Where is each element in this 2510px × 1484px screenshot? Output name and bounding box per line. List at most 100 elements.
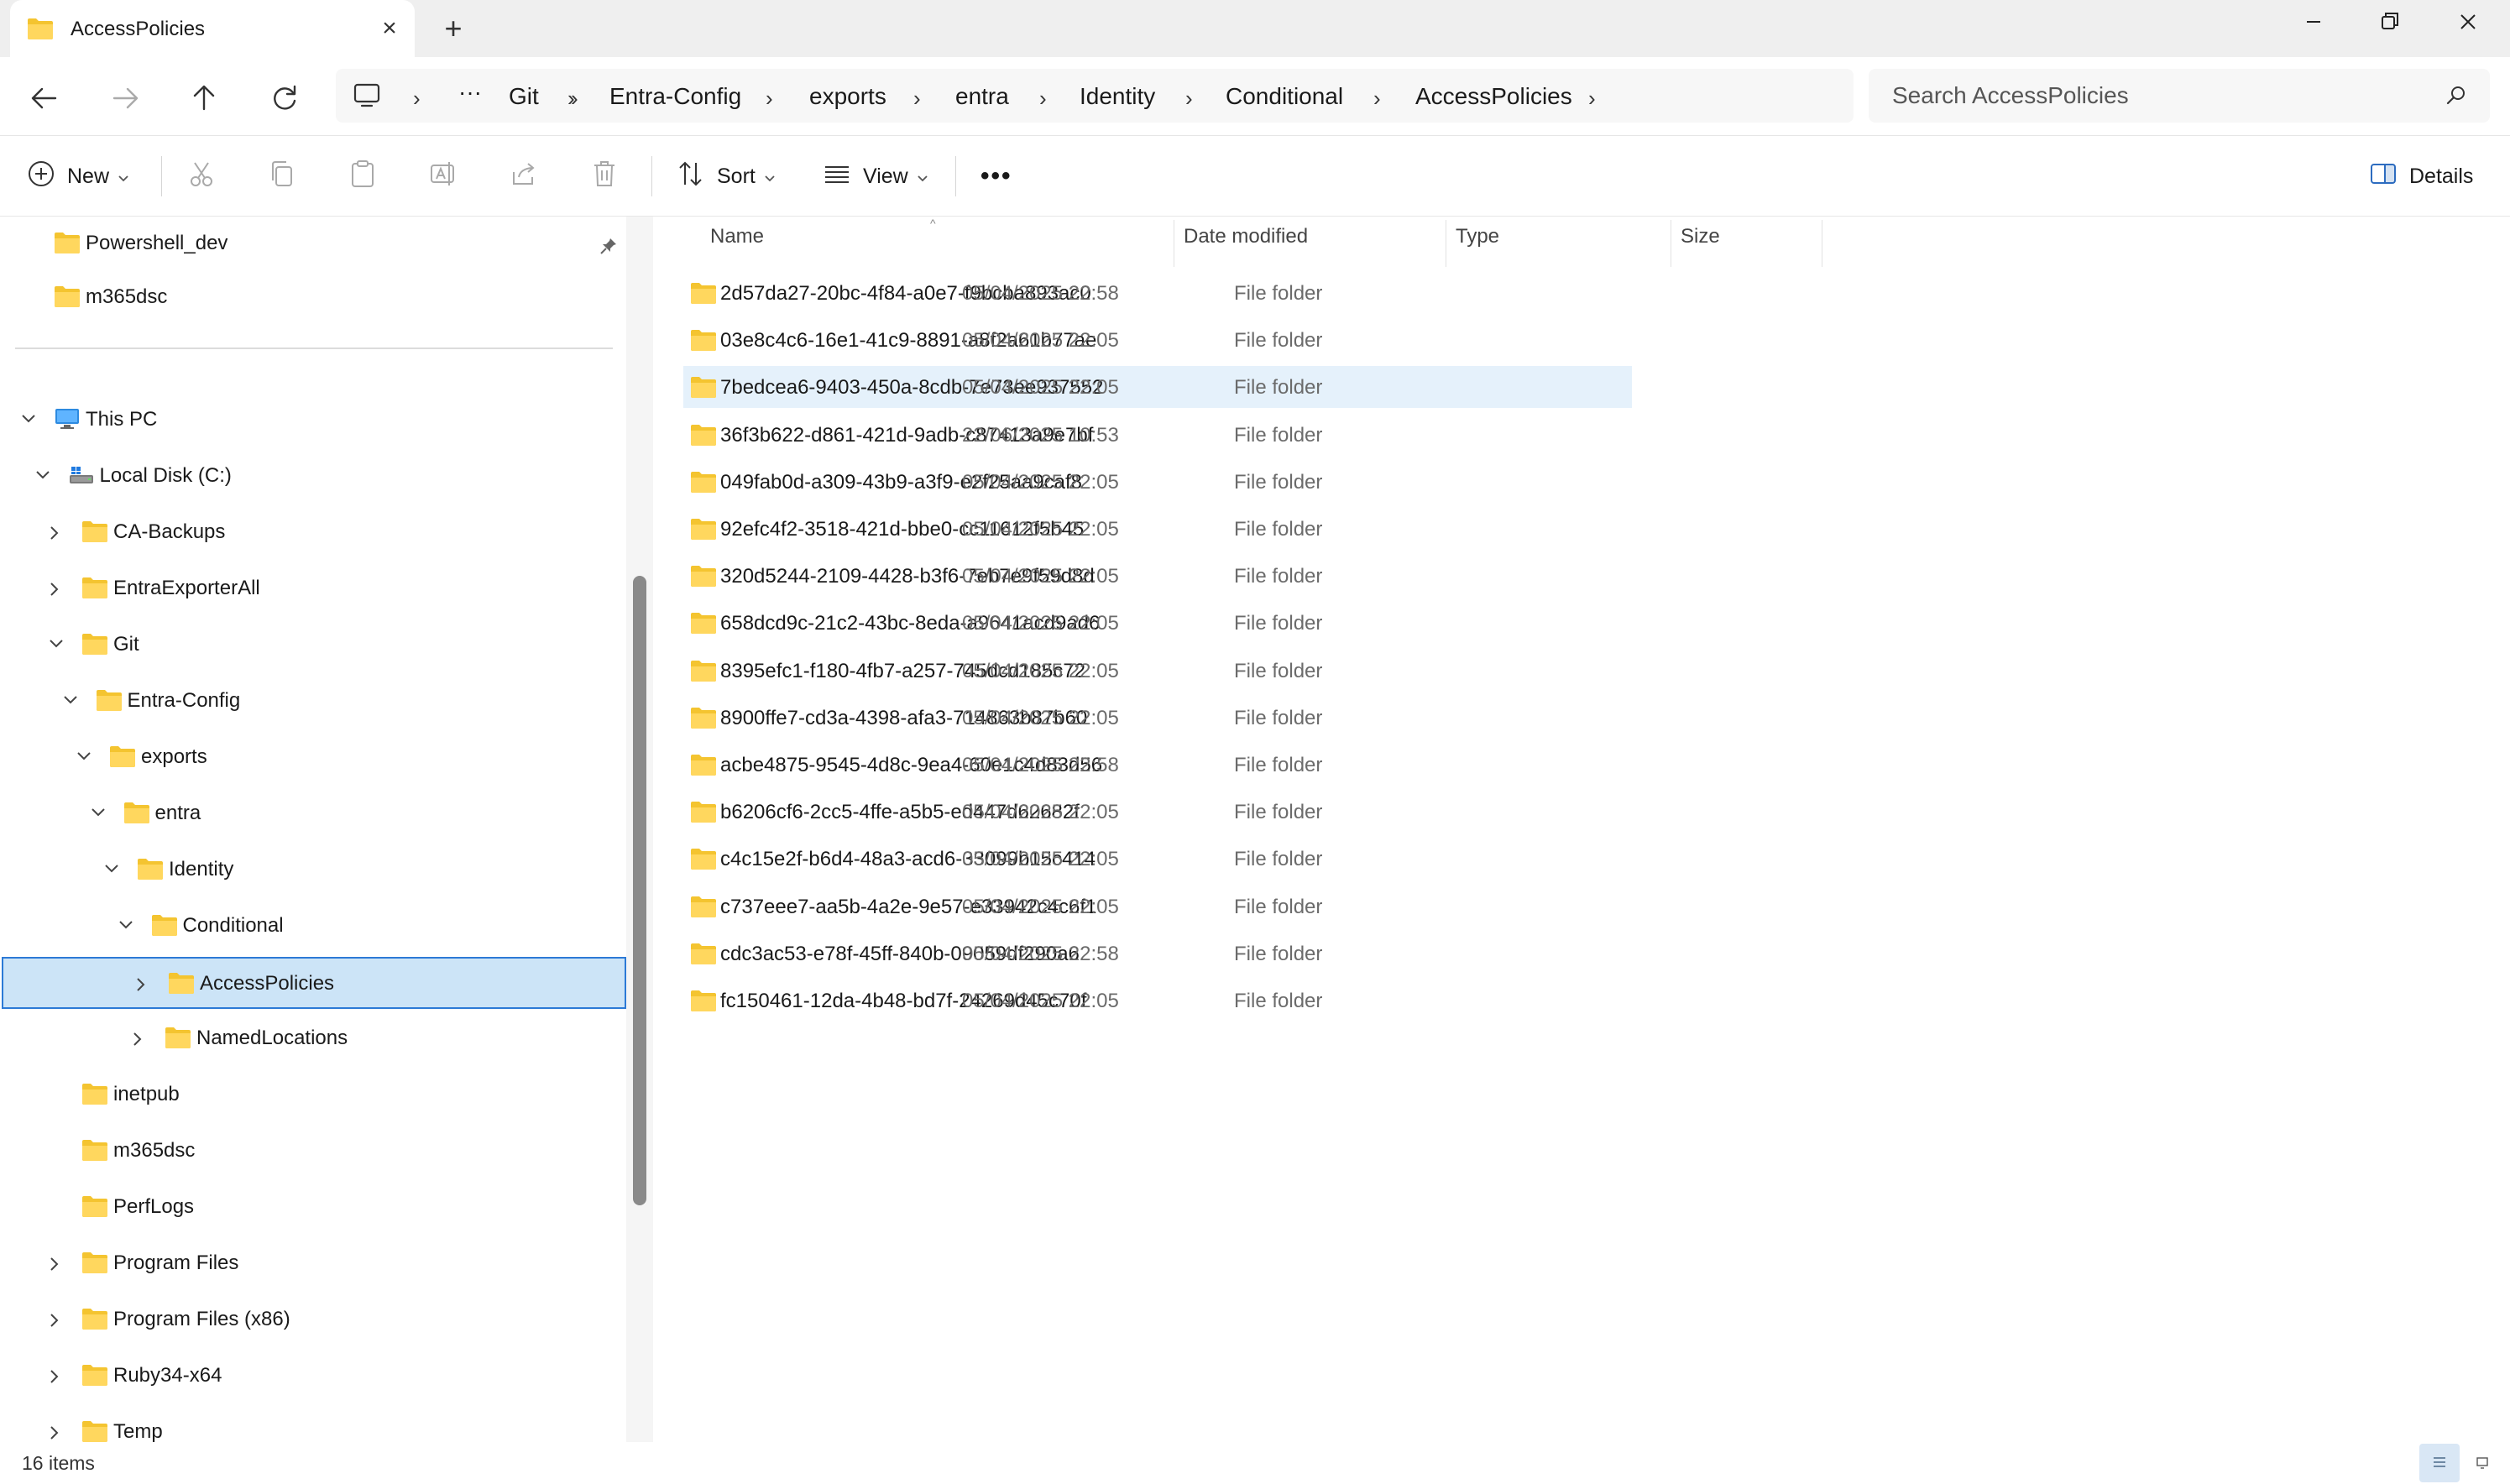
tree-item-m365dsc[interactable]: m365dsc (0, 1126, 625, 1178)
nav-scrollbar-thumb[interactable] (633, 576, 646, 1205)
address-bar[interactable]: › ··· › Git › Entra-Config › exports › e… (336, 69, 1854, 123)
breadcrumb-separator[interactable]: › (766, 86, 773, 112)
tree-item-program-files[interactable]: Program Files (0, 1238, 625, 1290)
file-row[interactable]: c4c15e2f-b6d4-48a3-acd6-33099b15c414 05/0… (683, 838, 1632, 880)
breadcrumb-identity[interactable]: Identity (1080, 83, 1155, 110)
more-options-button[interactable]: ••• (980, 154, 1012, 198)
file-row[interactable]: 049fab0d-a309-43b9-a3f9-e2f25aa9caf8 05/0… (683, 461, 1632, 503)
tree-item-ruby34-x64[interactable]: Ruby34-x64 (0, 1351, 625, 1403)
close-window-button[interactable] (2429, 0, 2507, 49)
breadcrumb-separator[interactable]: › (1588, 86, 1596, 112)
tree-item-entra-config[interactable]: Entra-Config (0, 676, 625, 728)
pin-icon[interactable] (599, 237, 618, 259)
search-icon[interactable] (2445, 84, 2468, 112)
restore-button[interactable] (2351, 0, 2428, 49)
file-row[interactable]: c737eee7-aa5b-4a2e-9e57-e33942c4c6f1 05/0… (683, 886, 1632, 928)
breadcrumb-conditional[interactable]: Conditional (1226, 83, 1343, 110)
chevron-down-icon[interactable] (60, 692, 81, 713)
large-icons-view-button[interactable] (2466, 1444, 2500, 1482)
breadcrumb-overflow[interactable]: ··· (458, 79, 482, 106)
details-view-button[interactable] (2419, 1444, 2460, 1482)
tree-item-program-files-x86[interactable]: Program Files (x86) (0, 1294, 625, 1346)
chevron-right-icon[interactable] (46, 1423, 63, 1442)
minimize-button[interactable] (2275, 0, 2352, 49)
chevron-right-icon[interactable] (133, 975, 149, 999)
tree-item-local-disk-c[interactable]: Local Disk (C:) (0, 451, 625, 503)
file-list[interactable]: ^ Name Date modified Type Size 2d57da27-… (655, 217, 2510, 1442)
tree-item-accesspolicies[interactable]: AccessPolicies (2, 957, 626, 1009)
breadcrumb-git[interactable]: Git (509, 83, 539, 110)
tree-item-conditional[interactable]: Conditional (0, 901, 625, 953)
tree-item-git[interactable]: Git (0, 619, 625, 671)
file-row[interactable]: 2d57da27-20bc-4f84-a0e7-f9bcba893ac0 05/0… (683, 272, 1632, 314)
chevron-right-icon[interactable] (46, 1366, 63, 1391)
chevron-down-icon[interactable] (88, 804, 108, 825)
breadcrumb-separator[interactable]: › (1373, 86, 1381, 112)
file-row[interactable]: 7bedcea6-9403-450a-8cdb-7e73ee937552 05/0… (683, 366, 1632, 409)
copy-button[interactable] (267, 154, 297, 198)
breadcrumb-exports[interactable]: exports (809, 83, 886, 110)
tree-item-entraexporterall[interactable]: EntraExporterAll (0, 563, 625, 615)
file-row[interactable]: b6206cf6-2cc5-4ffe-a5b5-ed447d62682f 05/0… (683, 791, 1632, 833)
chevron-right-icon[interactable] (46, 1310, 63, 1335)
view-button[interactable]: View (823, 154, 928, 198)
new-button[interactable]: New (27, 154, 129, 198)
column-header-size[interactable]: Size (1681, 225, 1720, 267)
tree-item-entra[interactable]: entra (0, 788, 625, 840)
breadcrumb-entra-config[interactable]: Entra-Config (609, 83, 741, 110)
chevron-down-icon[interactable] (33, 467, 53, 488)
tab-close-button[interactable]: × (373, 12, 406, 45)
breadcrumb-accesspolicies[interactable]: AccessPolicies (1415, 83, 1572, 110)
chevron-right-icon[interactable] (46, 579, 63, 604)
sort-button[interactable]: Sort (677, 154, 776, 198)
tab-accesspolicies[interactable]: AccessPolicies × (10, 0, 415, 57)
file-row[interactable]: acbe4875-9545-4d8c-9ea4-60e1c4d83d56 05/0… (683, 744, 1632, 786)
monitor-icon[interactable] (353, 82, 381, 113)
tree-item-namedlocations[interactable]: NamedLocations (0, 1013, 625, 1065)
tree-item-temp[interactable]: Temp (0, 1407, 625, 1442)
file-row[interactable]: 658dcd9c-21c2-43bc-8eda-a9641acd9ad6 05/0… (683, 602, 1632, 644)
paste-button[interactable] (348, 154, 378, 198)
file-row[interactable]: 8900ffe7-cd3a-4398-afa3-714863b87b60 05/0… (683, 697, 1632, 739)
quick-access-item-m365dsc[interactable]: m365dsc (0, 272, 625, 324)
delete-button[interactable] (589, 154, 620, 198)
breadcrumb-separator[interactable]: › (413, 86, 421, 112)
back-button[interactable] (24, 77, 65, 119)
tree-item-inetpub[interactable]: inetpub (0, 1069, 625, 1121)
column-header-type[interactable]: Type (1456, 225, 1499, 267)
chevron-down-icon[interactable] (18, 410, 39, 431)
rename-button[interactable] (428, 154, 458, 198)
file-row[interactable]: 92efc4f2-3518-421d-bbe0-cc11612f5b45 05/0… (683, 508, 1632, 550)
cut-button[interactable] (186, 154, 217, 198)
column-header-date-modified[interactable]: Date modified (1184, 225, 1308, 267)
chevron-right-icon[interactable] (46, 1254, 63, 1278)
chevron-down-icon[interactable] (74, 748, 94, 769)
file-row[interactable]: 03e8c4c6-16e1-41c9-8891-a8f2a61b77ae 05/0… (683, 319, 1632, 361)
chevron-right-icon[interactable] (46, 523, 63, 547)
navigation-pane[interactable]: Powershell_dev m365dsc This PC Local Disk… (0, 217, 640, 1442)
tree-item-perflogs[interactable]: PerfLogs (0, 1182, 625, 1234)
file-row[interactable]: 36f3b622-d861-421d-9adb-c87413a9e7bf 22/0… (683, 414, 1632, 456)
file-row[interactable]: cdc3ac53-e78f-45ff-840b-09059df290a6 05/0… (683, 933, 1632, 975)
tree-item-identity[interactable]: Identity (0, 844, 625, 896)
chevron-down-icon[interactable] (116, 917, 136, 938)
forward-button[interactable] (104, 77, 146, 119)
file-row[interactable]: fc150461-12da-4b48-bd7f-24269d45c70f 05/0… (683, 980, 1632, 1022)
tree-item-ca-backups[interactable]: CA-Backups (0, 507, 625, 559)
file-row[interactable]: 8395efc1-f180-4fb7-a257-745dcd185c72 05/0… (683, 650, 1632, 692)
chevron-down-icon[interactable] (46, 635, 66, 656)
file-row[interactable]: 320d5244-2109-4428-b3f6-7eb7e9f59d8d 05/0… (683, 555, 1632, 597)
tree-item-this-pc[interactable]: This PC (0, 395, 625, 447)
tree-item-exports[interactable]: exports (0, 732, 625, 784)
refresh-button[interactable] (264, 77, 306, 119)
breadcrumb-separator[interactable]: › (1185, 86, 1193, 112)
column-header-name[interactable]: Name (710, 225, 764, 267)
share-button[interactable] (509, 154, 539, 198)
search-box[interactable] (1869, 69, 2490, 123)
breadcrumb-separator[interactable]: › (571, 86, 578, 112)
chevron-down-icon[interactable] (102, 860, 122, 881)
quick-access-item-powershell-dev[interactable]: Powershell_dev (0, 218, 625, 270)
up-button[interactable] (183, 77, 225, 119)
search-input[interactable] (1892, 79, 2413, 112)
breadcrumb-separator[interactable]: › (913, 86, 921, 112)
